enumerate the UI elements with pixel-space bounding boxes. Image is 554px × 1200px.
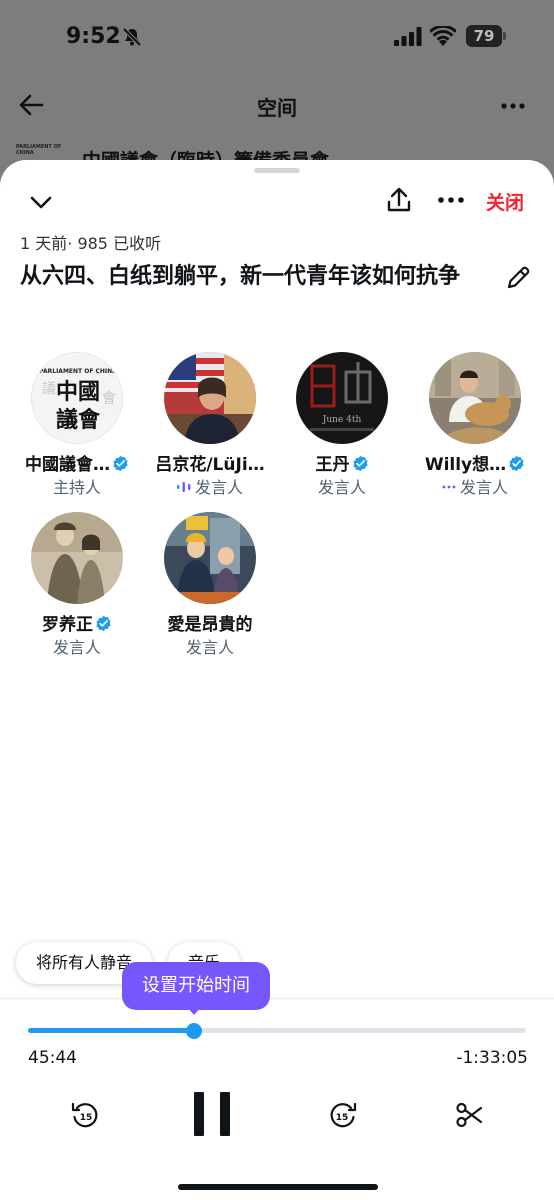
background-nav-bar: 空间 (0, 84, 554, 128)
scissors-icon[interactable] (455, 1100, 485, 1130)
speaker-card[interactable]: 吕京花/LüJi… 发言人 (150, 352, 270, 497)
svg-text:議: 議 (42, 380, 56, 397)
speaker-role: 发言人 (415, 474, 535, 498)
speaker-card[interactable]: June 4th 王丹 发言人 (282, 352, 402, 497)
background-title: 空间 (257, 96, 297, 120)
set-start-time-tooltip[interactable]: 设置开始时间 (122, 962, 270, 1010)
status-bar: 9:52 79 (0, 0, 554, 70)
speaker-card[interactable]: Willy想… 发言人 (415, 352, 535, 497)
speaking-indicator-icon (442, 485, 456, 489)
playback-scrubber[interactable] (28, 1023, 526, 1039)
pause-icon[interactable] (194, 1092, 230, 1136)
rewind-seconds: 15 (80, 1113, 93, 1123)
playback-progress (28, 1028, 195, 1033)
verified-badge-icon (113, 455, 128, 472)
space-sheet: 关闭 1 天前· 985 已收听 从六四、白纸到躺平，新一代青年该如何抗争 PA… (0, 160, 554, 1200)
more-icon[interactable] (500, 96, 526, 116)
speaker-card[interactable]: 罗养正 发言人 (17, 512, 137, 657)
close-button[interactable]: 关闭 (486, 188, 524, 215)
speaker-role: 发言人 (317, 478, 366, 497)
elapsed-time: 45:44 (28, 1048, 77, 1068)
tooltip-tail (186, 1006, 202, 1015)
forward-15-icon[interactable]: 15 (328, 1100, 358, 1130)
status-time: 9:52 (66, 24, 121, 49)
speaker-name: 罗养正 (11, 610, 143, 635)
speaker-role: 发言人 (52, 638, 101, 657)
home-indicator (178, 1184, 378, 1190)
battery-level: 79 (466, 25, 502, 47)
speaker-card[interactable]: PARLIAMENT OF CHINA 議 會 中國 議會 中國議會… 主持人 (17, 352, 137, 497)
remaining-time: -1:33:05 (456, 1048, 528, 1068)
avatar (429, 352, 521, 444)
speaker-name: 吕京花/LüJi… (155, 455, 265, 475)
verified-badge-icon (96, 615, 111, 632)
speaker-name: 王丹 (276, 450, 408, 475)
bell-off-icon (122, 27, 142, 47)
forward-seconds: 15 (336, 1113, 349, 1123)
avatar (31, 512, 123, 604)
svg-text:議會: 議會 (56, 407, 101, 433)
wifi-icon (430, 26, 456, 46)
speaker-name: 愛是昂貴的 (167, 615, 253, 635)
divider (0, 998, 554, 999)
svg-text:會: 會 (102, 391, 116, 407)
speaker-card[interactable]: 愛是昂貴的 发言人 (150, 512, 270, 657)
speaking-indicator-icon (176, 482, 191, 492)
avatar: PARLIAMENT OF CHINA 議 會 中國 議會 (31, 352, 123, 444)
cell-signal-icon (394, 27, 422, 46)
avatar: June 4th (296, 352, 388, 444)
logo-text-top: PARLIAMENT OF CHINA (39, 368, 117, 375)
speaker-name: Willy想… (409, 450, 541, 475)
chevron-down-icon[interactable] (28, 190, 54, 214)
listen-meta: 1 天前· 985 已收听 (20, 234, 162, 253)
speaker-role: 发言人 (150, 474, 270, 498)
verified-badge-icon (352, 455, 368, 472)
edit-pencil-icon[interactable] (504, 264, 532, 292)
avatar (164, 352, 256, 444)
avatar-caption: June 4th (322, 415, 362, 425)
space-title: 从六四、白纸到躺平，新一代青年该如何抗争 (20, 264, 461, 289)
avatar (164, 512, 256, 604)
verified-badge-icon (509, 455, 524, 472)
svg-text:中國: 中國 (56, 380, 100, 405)
sheet-grabber[interactable] (254, 168, 300, 173)
speaker-role: 主持人 (52, 478, 101, 497)
rewind-15-icon[interactable]: 15 (70, 1100, 100, 1130)
share-icon[interactable] (386, 186, 412, 214)
speaker-role: 发言人 (185, 638, 234, 657)
more-options-icon[interactable] (437, 192, 465, 208)
scrubber-thumb[interactable] (186, 1023, 203, 1039)
battery-icon: 79 (466, 25, 506, 47)
speaker-name: 中國議會… (11, 450, 143, 475)
